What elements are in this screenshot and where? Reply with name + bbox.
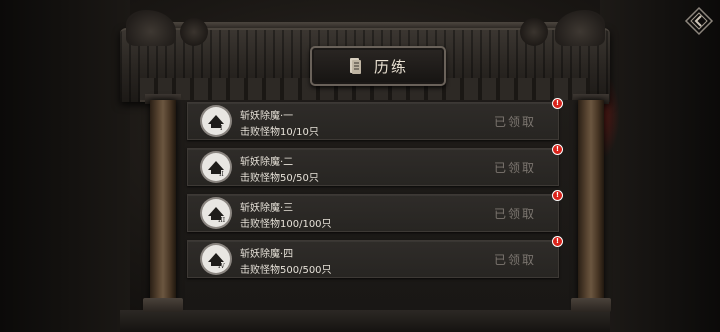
alert-badge-icon: ! <box>552 98 563 109</box>
task-progress: 击败怪物100/100只 <box>240 219 332 230</box>
svg-text:III: III <box>218 217 226 224</box>
task-name: 斩妖除魔·三 <box>240 203 294 214</box>
alert-badge-icon: ! <box>552 144 563 155</box>
back-arrow-icon[interactable] <box>684 6 714 36</box>
task-badge-icon: IV <box>202 245 230 273</box>
task-row: I 斩妖除魔·一 击败怪物10/10只 已领取 ! <box>187 98 563 140</box>
task-badge-icon: III <box>202 199 230 227</box>
task-badge-icon: II <box>202 153 230 181</box>
scroll-icon <box>348 57 364 75</box>
roof-dragon-ornament-left <box>126 10 176 46</box>
task-row: IV 斩妖除魔·四 击败怪物500/500只 已领取 ! <box>187 236 563 278</box>
pillar-base-left <box>143 298 183 312</box>
pillar-right <box>578 100 604 310</box>
svg-text:I: I <box>220 125 223 132</box>
task-progress: 击败怪物10/10只 <box>240 127 319 138</box>
svg-text:IV: IV <box>218 263 225 270</box>
claimed-button[interactable]: 已领取 <box>494 159 536 176</box>
task-name: 斩妖除魔·二 <box>240 157 294 168</box>
claimed-button[interactable]: 已领取 <box>494 205 536 222</box>
svg-text:II: II <box>219 171 224 178</box>
floor <box>120 310 610 332</box>
claimed-button[interactable]: 已领取 <box>494 251 536 268</box>
pillar-base-right <box>571 298 611 312</box>
task-name: 斩妖除魔·一 <box>240 111 294 122</box>
alert-badge-icon: ! <box>552 190 563 201</box>
pillar-left <box>150 100 176 310</box>
page-title: 历练 <box>373 57 408 76</box>
task-name: 斩妖除魔·四 <box>240 249 294 260</box>
background-left <box>0 0 130 332</box>
claimed-button[interactable]: 已领取 <box>494 113 536 130</box>
task-row: II 斩妖除魔·二 击败怪物50/50只 已领取 ! <box>187 144 563 186</box>
task-progress: 击败怪物50/50只 <box>240 173 319 184</box>
task-progress: 击败怪物500/500只 <box>240 265 332 276</box>
roof-finial-right <box>520 18 548 46</box>
roof-finial-left <box>180 18 208 46</box>
task-badge-icon: I <box>202 107 230 135</box>
alert-badge-icon: ! <box>552 236 563 247</box>
task-row: III 斩妖除魔·三 击败怪物100/100只 已领取 ! <box>187 190 563 232</box>
background-right <box>600 0 720 332</box>
roof-dragon-ornament-right <box>555 10 605 46</box>
title-plaque: 历练 <box>310 46 446 86</box>
